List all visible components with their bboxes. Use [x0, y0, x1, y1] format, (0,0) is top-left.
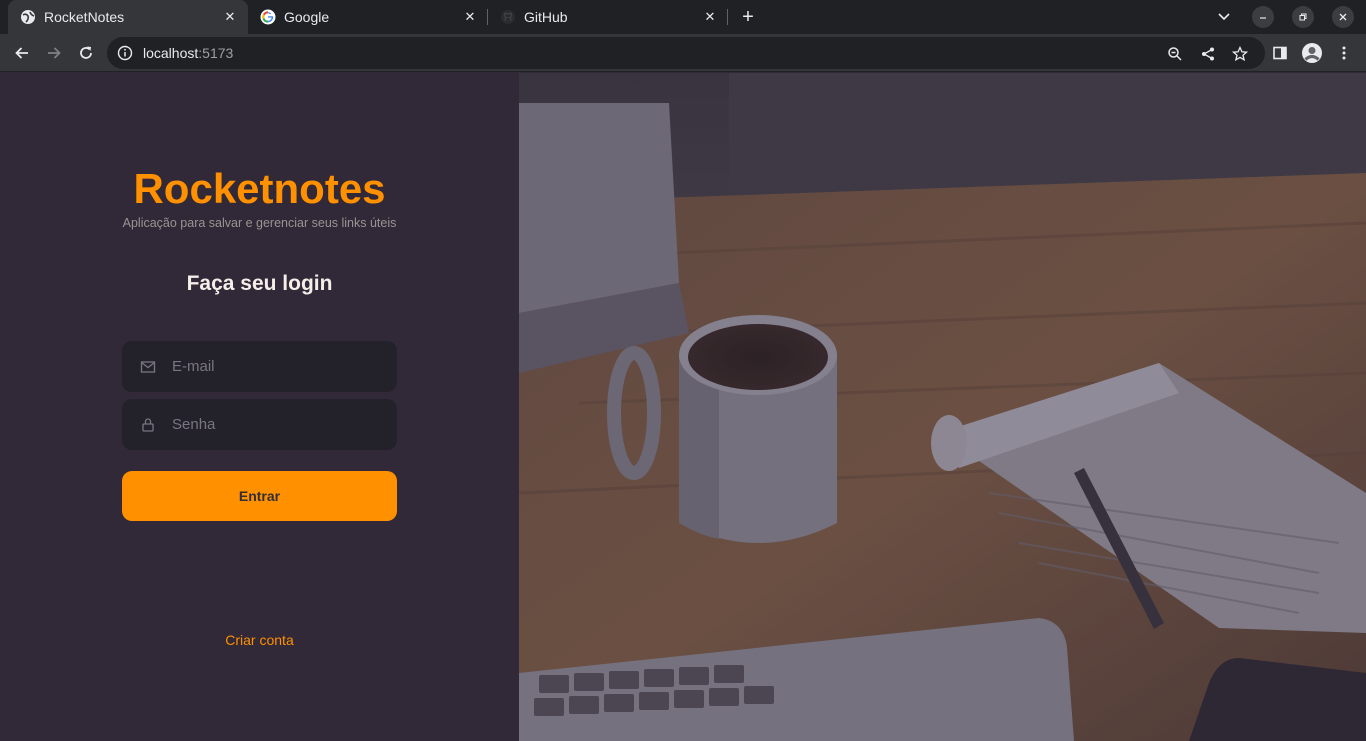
- create-account-link[interactable]: Criar conta: [0, 632, 519, 648]
- coffee-desk-photo: [519, 73, 1366, 741]
- password-input[interactable]: [172, 416, 397, 433]
- reload-icon[interactable]: [74, 41, 98, 65]
- google-icon: [260, 9, 276, 25]
- browser-tab-strip: RocketNotes ✕ Google ✕ GitHub ✕ +: [0, 0, 1366, 34]
- tab-search-icon[interactable]: [1214, 7, 1234, 27]
- page-content: Rocketnotes Aplicação para salvar e gere…: [0, 73, 1366, 741]
- close-tab-icon[interactable]: ✕: [460, 7, 480, 27]
- mail-icon: [140, 359, 156, 375]
- back-arrow-icon[interactable]: [10, 41, 34, 65]
- url-port: :5173: [198, 45, 234, 61]
- globe-icon: [20, 9, 36, 25]
- tab-title: GitHub: [524, 9, 568, 25]
- lock-icon: [140, 417, 156, 433]
- forward-arrow-icon[interactable]: [42, 41, 66, 65]
- login-heading: Faça seu login: [186, 272, 333, 295]
- background-photo: [519, 73, 1366, 741]
- zoom-icon[interactable]: [1165, 44, 1185, 64]
- tab-title: RocketNotes: [44, 9, 125, 25]
- restore-window-icon[interactable]: [1292, 6, 1314, 28]
- close-tab-icon[interactable]: ✕: [700, 7, 720, 27]
- minimize-window-icon[interactable]: [1252, 6, 1274, 28]
- brand-title: Rocketnotes: [133, 165, 386, 212]
- menu-dots-icon[interactable]: [1332, 41, 1356, 65]
- side-panel-icon[interactable]: [1268, 41, 1292, 65]
- tab-rocketnotes[interactable]: RocketNotes ✕: [8, 0, 248, 34]
- tab-title: Google: [284, 9, 330, 25]
- address-bar[interactable]: localhost:5173: [107, 37, 1265, 69]
- new-tab-button[interactable]: +: [737, 6, 759, 28]
- tab-divider: [727, 9, 728, 25]
- tab-google[interactable]: Google ✕: [248, 0, 488, 34]
- password-field[interactable]: [122, 399, 397, 450]
- github-icon: [500, 9, 516, 25]
- email-input[interactable]: [172, 358, 397, 375]
- bookmark-star-icon[interactable]: [1230, 44, 1250, 64]
- site-info-icon[interactable]: [117, 45, 133, 61]
- close-tab-icon[interactable]: ✕: [220, 7, 240, 27]
- login-form-panel: Rocketnotes Aplicação para salvar e gere…: [0, 73, 519, 741]
- share-icon[interactable]: [1198, 44, 1218, 64]
- login-button[interactable]: Entrar: [122, 471, 397, 521]
- close-window-icon[interactable]: [1332, 6, 1354, 28]
- tab-github[interactable]: GitHub ✕: [488, 0, 728, 34]
- url-text: localhost:5173: [143, 45, 233, 61]
- profile-avatar-icon[interactable]: [1300, 41, 1324, 65]
- brand-tagline: Aplicação para salvar e gerenciar seus l…: [122, 216, 397, 230]
- email-field[interactable]: [122, 341, 397, 392]
- browser-toolbar: localhost:5173: [0, 34, 1366, 72]
- url-host: localhost: [143, 45, 199, 61]
